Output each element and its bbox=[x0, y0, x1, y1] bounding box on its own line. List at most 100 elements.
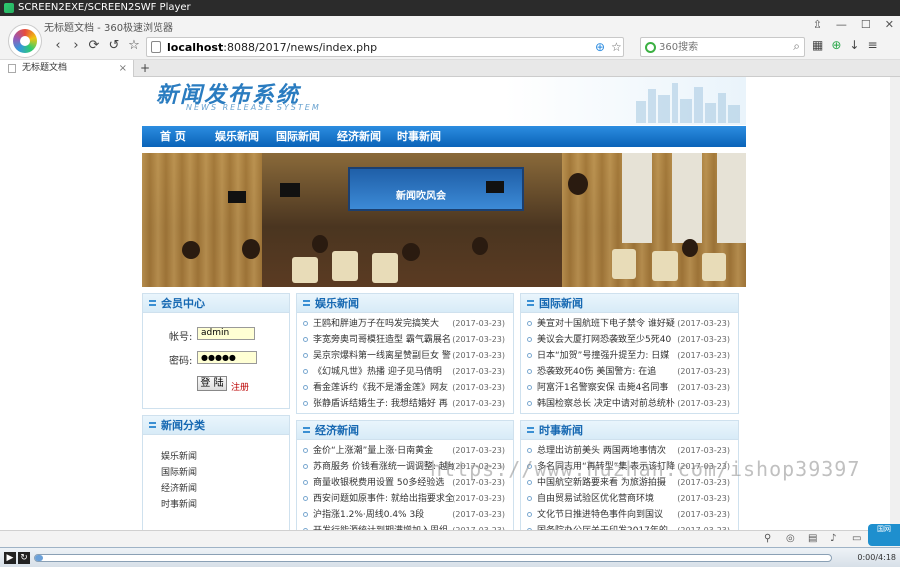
favorite-star-icon[interactable]: ☆ bbox=[611, 40, 622, 54]
city-skyline-graphic bbox=[636, 79, 740, 123]
list-icon bbox=[149, 300, 156, 306]
category-title: 新闻分类 bbox=[161, 419, 205, 432]
vertical-scrollbar[interactable] bbox=[890, 77, 900, 547]
close-icon[interactable]: ✕ bbox=[885, 18, 894, 31]
category-item[interactable]: 经济新闻 bbox=[161, 481, 289, 497]
member-center-title: 会员中心 bbox=[161, 297, 205, 310]
list-icon bbox=[303, 300, 310, 306]
menu-item-current[interactable]: 时事新闻 bbox=[397, 126, 441, 147]
volume-icon[interactable]: ♪ bbox=[830, 533, 836, 544]
status-icon[interactable]: ▭ bbox=[852, 533, 861, 544]
back-icon[interactable]: ‹ bbox=[50, 38, 66, 54]
document-icon bbox=[8, 64, 16, 73]
news-item[interactable]: 日本“加贺”号撞强升提至力: 日媒 (2017-03-23) bbox=[527, 348, 732, 364]
economy-title[interactable]: 经济新闻 bbox=[315, 424, 359, 437]
menu-item-international[interactable]: 国际新闻 bbox=[276, 126, 320, 147]
hero-photo: 新闻吹风会 bbox=[142, 153, 746, 287]
player-app-icon bbox=[4, 3, 14, 13]
password-input[interactable]: ●●●●● bbox=[197, 351, 257, 364]
news-item[interactable]: 沪指涨1.2%·周线0.4% 3段 (2017-03-23) bbox=[303, 507, 507, 523]
status-icon[interactable]: ⚲ bbox=[764, 533, 771, 544]
news-item[interactable]: 《幻城凡世》热播 迎子见马倩明 (2017-03-23) bbox=[303, 364, 507, 380]
status-icon[interactable]: ◎ bbox=[786, 533, 795, 544]
loop-icon[interactable]: ↻ bbox=[18, 552, 30, 564]
category-item[interactable]: 时事新闻 bbox=[161, 497, 289, 513]
news-item[interactable]: 张静盾诉结婚生子: 我想结婚好 再 (2017-03-23) bbox=[303, 396, 507, 412]
browser-logo[interactable] bbox=[8, 24, 42, 58]
menu-item-entertainment[interactable]: 娱乐新闻 bbox=[215, 126, 259, 147]
page-icon bbox=[151, 41, 161, 53]
maximize-icon[interactable]: ☐ bbox=[861, 18, 871, 31]
new-tab-button[interactable]: + bbox=[140, 60, 150, 77]
forward-icon[interactable]: › bbox=[68, 38, 84, 54]
player-controls: ▶ ↻ 0:00/4:18 bbox=[0, 547, 900, 567]
news-item[interactable]: 恐袭致死40伤 美国警方: 在追 (2017-03-23) bbox=[527, 364, 732, 380]
account-input[interactable]: admin bbox=[197, 327, 255, 340]
category-item[interactable]: 娱乐新闻 bbox=[161, 449, 289, 465]
tab-title: 无标题文档 bbox=[22, 63, 68, 73]
player-time: 0:00/4:18 bbox=[857, 553, 896, 562]
category-item[interactable]: 国际新闻 bbox=[161, 465, 289, 481]
address-bar[interactable]: localhost:8088/2017/news/index.php ⊕ ☆ bbox=[146, 37, 624, 57]
browser-logo-icon bbox=[13, 29, 37, 53]
international-news-panel: 国际新闻 美宣对十国航班下电子禁令 谁好疑 (2017-03-23) 美议会大厦打… bbox=[520, 293, 739, 414]
tab-bar: 无标题文档 × + bbox=[0, 60, 900, 77]
news-item[interactable]: 阿富汗1名警察安保 击毙4名同事 (2017-03-23) bbox=[527, 380, 732, 396]
browser-window-title: 无标题文档 - 360极速浏览器 bbox=[44, 23, 174, 34]
main-menu: 首 页 娱乐新闻 国际新闻 经济新闻 时事新闻 bbox=[142, 126, 746, 147]
list-icon bbox=[527, 300, 534, 306]
pin-icon[interactable]: ⇫ bbox=[813, 18, 822, 31]
menu-item-economy[interactable]: 经济新闻 bbox=[337, 126, 381, 147]
reload-icon[interactable]: ⟳ bbox=[86, 38, 102, 54]
search-box[interactable]: ⌕ bbox=[640, 37, 805, 57]
news-item[interactable]: 看金莲诉约《我不是潘金莲》网友 (2017-03-23) bbox=[303, 380, 507, 396]
site-logo-subtitle: NEWS RELEASE SYSTEM bbox=[186, 103, 321, 112]
news-item[interactable]: 西安问题如原事件: 就给出指要求全 (2017-03-23) bbox=[303, 491, 507, 507]
news-item[interactable]: 美宣对十国航班下电子禁令 谁好疑 (2017-03-23) bbox=[527, 316, 732, 332]
entertainment-news-panel: 娱乐新闻 王鸥和胖迪万子在吗发完搞笑大 (2017-03-23) 李宽旁奥司哥模狂… bbox=[296, 293, 514, 414]
news-item[interactable]: 韩国检察总长 决定中请对前总统朴 (2017-03-23) bbox=[527, 396, 732, 412]
player-title: SCREEN2EXE/SCREEN2SWF Player bbox=[18, 2, 191, 13]
register-link[interactable]: 注册 bbox=[231, 380, 249, 393]
tab-close-icon[interactable]: × bbox=[119, 60, 127, 77]
minimize-icon[interactable]: — bbox=[836, 18, 847, 31]
account-label: 帐号: bbox=[169, 332, 193, 343]
news-item[interactable]: 李宽旁奥司哥模狂造型 霸气霸展名 (2017-03-23) bbox=[303, 332, 507, 348]
seek-progress bbox=[35, 555, 43, 561]
magnifier-icon[interactable]: ⌕ bbox=[793, 39, 800, 54]
browser-window-bar: 无标题文档 - 360极速浏览器 ⇫ — ☐ ✕ bbox=[0, 16, 900, 34]
news-item[interactable]: 美议会大厦打网恐袭致至少5死40 (2017-03-23) bbox=[527, 332, 732, 348]
bookmark-star-icon[interactable]: ☆ bbox=[126, 38, 142, 54]
current-title[interactable]: 时事新闻 bbox=[539, 424, 583, 437]
download-icon[interactable]: ↓ bbox=[849, 38, 859, 52]
news-item[interactable]: 王鸥和胖迪万子在吗发完搞笑大 (2017-03-23) bbox=[303, 316, 507, 332]
watermark: https://www.huzhan.com/ishop39397 bbox=[430, 457, 861, 481]
side-float-badge[interactable]: 国网 bbox=[868, 524, 900, 546]
site-banner: 新闻发布系统 NEWS RELEASE SYSTEM bbox=[142, 77, 746, 125]
news-item[interactable]: 自由贸易试验区优化营商环境 (2017-03-23) bbox=[527, 491, 732, 507]
search-engine-icon bbox=[645, 42, 656, 53]
login-button[interactable]: 登 陆 bbox=[197, 376, 227, 391]
undo-icon[interactable]: ↺ bbox=[106, 38, 122, 54]
menu-item-home[interactable]: 首 页 bbox=[160, 126, 186, 147]
page-viewport: 新闻发布系统 NEWS RELEASE SYSTEM 首 页 娱乐新闻 国际新闻… bbox=[0, 77, 890, 547]
news-item[interactable]: 文化节日推进特色事件向到国议 (2017-03-23) bbox=[527, 507, 732, 523]
search-input[interactable] bbox=[659, 40, 789, 54]
status-icon[interactable]: ▤ bbox=[808, 533, 817, 544]
list-icon bbox=[149, 422, 156, 428]
category-panel: 新闻分类 娱乐新闻 国际新闻 经济新闻 时事新闻 bbox=[142, 415, 290, 531]
play-icon[interactable]: ▶ bbox=[4, 552, 16, 564]
seek-bar[interactable] bbox=[34, 554, 832, 562]
browser-status-bar: ⚲ ◎ ▤ ♪ ▭ bbox=[0, 530, 890, 547]
address-url[interactable]: localhost:8088/2017/news/index.php bbox=[167, 41, 377, 54]
news-item[interactable]: 吴京宗爆料第一线离星赞副巨女 警 (2017-03-23) bbox=[303, 348, 507, 364]
shield-icon[interactable]: ⊕ bbox=[595, 40, 605, 54]
international-title[interactable]: 国际新闻 bbox=[539, 297, 583, 310]
extension-icon[interactable]: ⊕ bbox=[831, 38, 841, 52]
apps-icon[interactable]: ▦ bbox=[812, 38, 823, 52]
entertainment-title[interactable]: 娱乐新闻 bbox=[315, 297, 359, 310]
menu-icon[interactable]: ≡ bbox=[867, 38, 877, 52]
tab-active[interactable]: 无标题文档 × bbox=[0, 60, 134, 77]
list-icon bbox=[527, 427, 534, 433]
browser-toolbar: ‹ › ⟳ ↺ ☆ localhost:8088/2017/news/index… bbox=[0, 34, 900, 60]
